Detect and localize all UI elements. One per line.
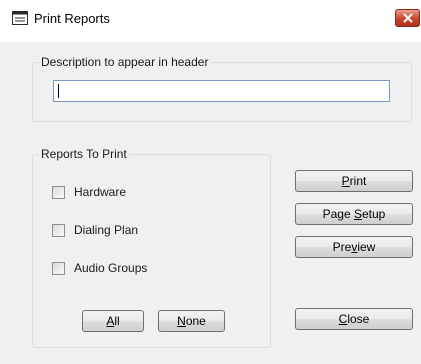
dialog-body: Description to appear in header Reports … (0, 42, 421, 364)
audio-groups-checkbox[interactable] (52, 262, 65, 275)
preview-button[interactable]: Preview (295, 236, 413, 258)
audio-groups-label: Audio Groups (74, 261, 148, 275)
print-button[interactable]: Print (295, 170, 413, 192)
header-description-input[interactable] (53, 80, 390, 102)
dialing-plan-label: Dialing Plan (74, 223, 139, 237)
dialing-plan-checkbox[interactable] (52, 224, 65, 237)
select-all-button[interactable]: All (82, 310, 144, 332)
reports-to-print-legend: Reports To Print (39, 147, 129, 161)
header-description-legend: Description to appear in header (39, 55, 211, 69)
close-window-button[interactable] (395, 9, 420, 27)
hardware-label: Hardware (74, 185, 127, 199)
close-icon (403, 13, 413, 23)
close-button[interactable]: Close (295, 308, 413, 330)
text-caret (58, 84, 59, 98)
reports-to-print-group (32, 154, 271, 348)
hardware-checkbox[interactable] (52, 186, 65, 199)
page-setup-button[interactable]: Page Setup (295, 203, 413, 225)
select-none-button[interactable]: None (158, 310, 225, 332)
print-reports-dialog: Print Reports Description to appear in h… (0, 0, 421, 364)
window-title: Print Reports (34, 11, 110, 26)
title-bar[interactable]: Print Reports (0, 0, 421, 42)
form-icon (12, 11, 28, 25)
